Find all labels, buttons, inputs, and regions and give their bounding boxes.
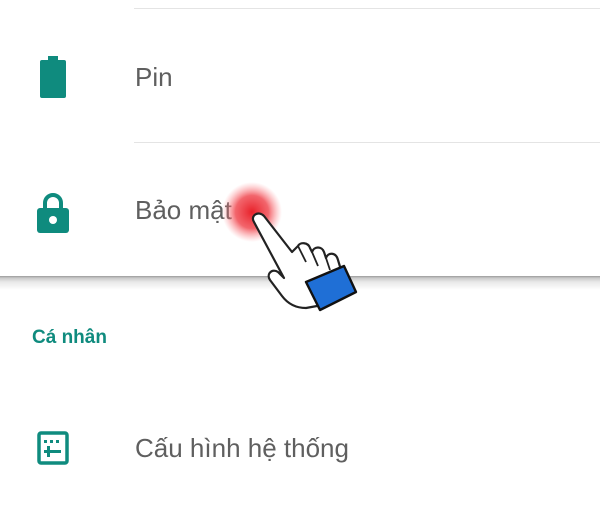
divider — [134, 8, 600, 9]
settings-item-system-config[interactable]: Cấu hình hệ thống — [0, 383, 600, 513]
system-config-icon — [37, 431, 69, 465]
settings-item-label: Cấu hình hệ thống — [135, 433, 349, 463]
battery-icon — [40, 56, 66, 98]
lock-icon — [37, 193, 69, 233]
settings-item-battery[interactable]: Pin — [0, 10, 600, 140]
settings-item-security[interactable]: Bảo mật — [0, 143, 600, 273]
settings-list-device: Pin Bảo mật — [0, 0, 600, 276]
settings-item-label: Pin — [135, 62, 173, 92]
section-divider — [0, 276, 600, 290]
settings-item-label: Bảo mật — [135, 195, 232, 225]
section-header-personal: Cá nhân — [32, 327, 107, 348]
